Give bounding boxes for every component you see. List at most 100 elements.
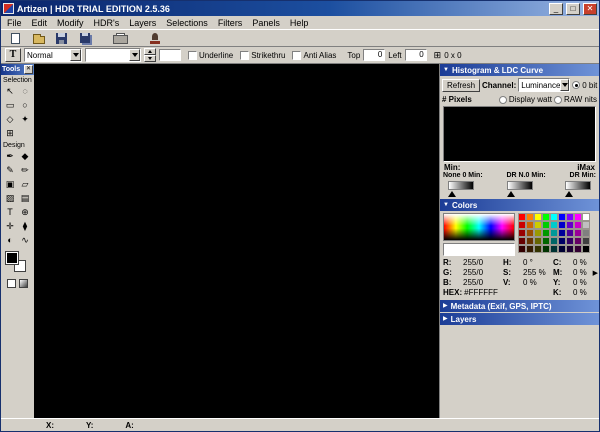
font-select[interactable] [85,48,141,62]
document-canvas[interactable] [34,64,439,418]
chevron-down-icon[interactable] [560,79,569,91]
menu-item-panels[interactable]: Panels [247,17,285,29]
palette-swatch[interactable] [550,221,558,229]
print-button[interactable] [109,31,130,46]
menu-item-layers[interactable]: Layers [124,17,161,29]
palette-swatch[interactable] [558,229,566,237]
expand-icon[interactable]: ▶ [443,316,448,322]
palette-swatch[interactable] [566,245,574,253]
transform-tool[interactable]: ⊞ [3,127,17,140]
palette-swatch[interactable] [582,213,590,221]
blend-mode-select[interactable]: Normal [24,48,82,62]
palette-swatch[interactable] [558,221,566,229]
ellipse-select-tool[interactable]: ○ [18,99,32,112]
magic-wand-tool[interactable]: ✦ [18,113,32,126]
current-color-swatch[interactable] [443,243,515,256]
pencil-tool[interactable]: ✏ [18,164,32,177]
new-document-button[interactable] [5,31,26,46]
histogram-slider[interactable] [448,181,474,197]
palette-swatch[interactable] [518,237,526,245]
palette-swatch[interactable] [534,213,542,221]
select-tool[interactable]: ↖ [3,85,17,98]
tools-panel-header[interactable]: Tools ✕ [1,64,34,75]
default-colors-swatch[interactable] [7,279,16,288]
slider-thumb-icon[interactable] [565,191,573,197]
menu-item-file[interactable]: File [2,17,27,29]
collapse-icon[interactable]: ▼ [443,67,449,73]
minimize-button[interactable]: _ [549,3,563,15]
rect-select-tool[interactable]: ▭ [3,99,17,112]
palette-swatch[interactable] [550,245,558,253]
palette-swatch[interactable] [574,237,582,245]
more-options-icon[interactable]: ▶ [593,269,598,277]
underline-option[interactable]: Underline [188,51,233,60]
palette-swatch[interactable] [574,221,582,229]
palette-swatch[interactable] [518,229,526,237]
palette-swatch[interactable] [542,245,550,253]
palette-swatch[interactable] [582,237,590,245]
text-style-button[interactable]: T [5,48,21,62]
palette-swatch[interactable] [574,229,582,237]
text-tool[interactable]: T [3,206,17,219]
eraser-tool[interactable]: ▱ [18,178,32,191]
clone-stamp-tool[interactable]: ▣ [3,178,17,191]
metadata-panel-header[interactable]: ▶ Metadata (Exif, GPS, IPTC) [440,300,599,312]
palette-swatch[interactable] [526,213,534,221]
channel-select[interactable]: Luminance [518,78,570,92]
spinner-up-icon[interactable] [144,48,156,55]
refresh-button[interactable]: Refresh [442,79,480,92]
palette-swatch[interactable] [526,221,534,229]
palette-swatch[interactable] [566,221,574,229]
strikethru-option[interactable]: Strikethru [240,51,285,60]
anti-alias-checkbox[interactable] [292,51,301,60]
palette-swatch[interactable] [566,229,574,237]
palette-swatch[interactable] [550,237,558,245]
left-input[interactable]: 0 [405,49,427,61]
palette-swatch[interactable] [526,237,534,245]
palette-swatch[interactable] [518,245,526,253]
lasso-tool[interactable]: ◌ [18,85,32,98]
palette-swatch[interactable] [582,245,590,253]
palette-swatch[interactable] [518,221,526,229]
palette-swatch[interactable] [542,237,550,245]
menu-item-help[interactable]: Help [285,17,314,29]
save-file-button[interactable] [51,31,72,46]
palette-swatch[interactable] [534,237,542,245]
palette-swatch[interactable] [550,213,558,221]
foreground-color-swatch[interactable] [6,252,18,264]
underline-checkbox[interactable] [188,51,197,60]
palette-swatch[interactable] [558,237,566,245]
palette-swatch[interactable] [574,213,582,221]
color-picker[interactable] [443,213,515,241]
histogram-slider[interactable] [507,181,533,197]
slider-thumb-icon[interactable] [448,191,456,197]
stamp-button[interactable] [144,31,165,46]
maximize-button[interactable]: □ [566,3,580,15]
histogram-panel-header[interactable]: ▼ Histogram & LDC Curve [440,64,599,76]
palette-swatch[interactable] [558,213,566,221]
chevron-down-icon[interactable] [129,49,140,61]
smudge-tool[interactable]: ∿ [18,234,32,247]
palette-swatch[interactable] [526,229,534,237]
palette-swatch[interactable] [566,237,574,245]
close-button[interactable]: ✕ [583,3,597,15]
strikethru-checkbox[interactable] [240,51,249,60]
palette-swatch[interactable] [558,245,566,253]
histogram-slider[interactable] [565,181,591,197]
menu-item-modify[interactable]: Modify [52,17,89,29]
anti-alias-option[interactable]: Anti Alias [292,51,336,60]
top-input[interactable]: 0 [363,49,385,61]
raw-nits-radio[interactable] [554,96,562,104]
palette-swatch[interactable] [526,245,534,253]
brush-tool[interactable]: ✎ [3,164,17,177]
hand-tool[interactable]: ✛ [3,220,17,233]
close-icon[interactable]: ✕ [24,65,33,74]
gradient-swatch[interactable] [19,279,28,288]
dodge-tool[interactable]: ◐ [3,234,17,247]
palette-swatch[interactable] [542,221,550,229]
expand-icon[interactable]: ▶ [443,303,448,309]
eyedropper-tool[interactable]: ⧫ [18,220,32,233]
palette-swatch[interactable] [542,213,550,221]
collapse-icon[interactable]: ▼ [443,202,449,208]
palette-swatch[interactable] [582,221,590,229]
